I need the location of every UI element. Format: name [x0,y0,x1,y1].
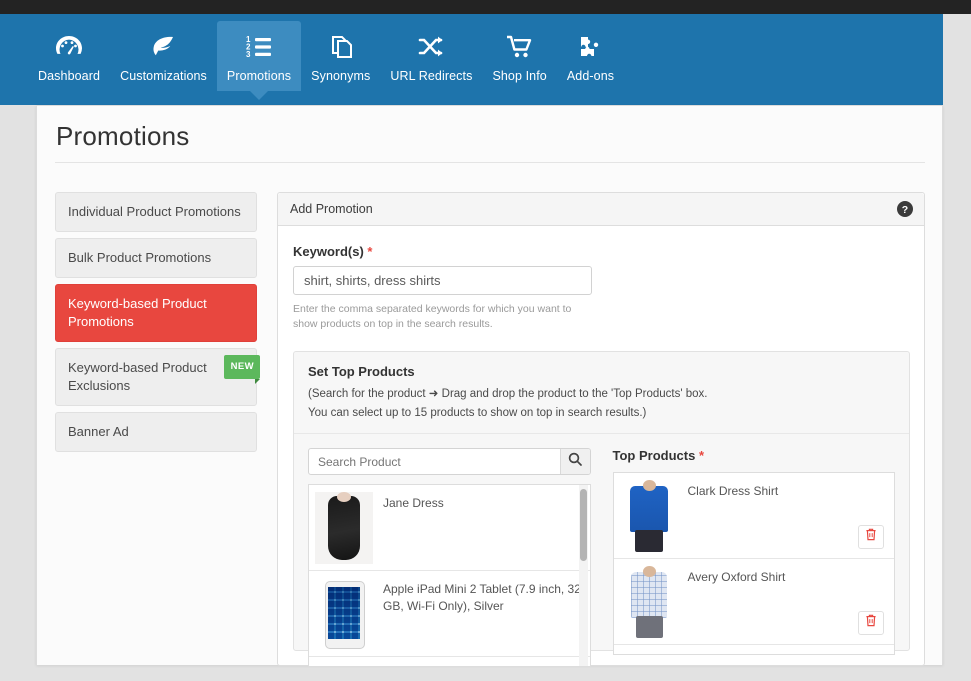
table-row[interactable]: Avery Oxford Shirt [613,559,894,645]
sidebar-item-label: Keyword-based Product Exclusions [68,360,207,393]
browser-top-strip [0,0,971,14]
nav-item-label: Customizations [120,69,207,83]
promotions-submenu: Individual Product Promotions Bulk Produ… [55,192,261,458]
nav-item-label: Add-ons [566,69,615,83]
ordered-list-icon: 1 2 3 [227,32,291,62]
panel-title: Add Promotion [290,202,373,216]
shuffle-icon [390,32,472,62]
svg-text:3: 3 [246,50,251,59]
nav-item-label: Promotions [226,69,292,83]
list-item[interactable]: Apple iPad Mini 2 Tablet (7.9 inch, 32 G… [309,571,590,657]
set-top-products-title: Set Top Products [308,364,415,379]
dashboard-icon [38,32,100,62]
panel-header: Add Promotion ? [278,193,924,226]
keyword-field-label: Keyword(s) * [293,244,909,259]
keyword-input[interactable] [293,266,592,295]
nav-item-label: Shop Info [492,69,547,83]
main-navbar: Dashboard Customizations 1 2 3 Promotion… [0,14,943,105]
nav-item-add-ons[interactable]: Add-ons [557,21,624,91]
leaf-icon [120,32,207,62]
required-marker: * [367,244,373,259]
search-icon [568,452,582,471]
nav-item-customizations[interactable]: Customizations [110,21,217,91]
sidebar-item-individual-product-promotions[interactable]: Individual Product Promotions [55,192,257,232]
oxford-shirt-thumbnail [619,566,678,638]
set-top-products-columns: Jane Dress Apple iPad Mini 2 Tablet (7.9… [294,434,909,681]
nav-item-dashboard[interactable]: Dashboard [28,21,110,91]
puzzle-piece-icon [567,32,614,62]
keyword-help-text: Enter the comma separated keywords for w… [293,303,572,330]
results-scrollbar-thumb[interactable] [579,489,587,561]
trash-icon [865,614,877,632]
panel-body: Keyword(s) * Enter the comma separated k… [278,226,924,332]
sidebar-item-label: Bulk Product Promotions [68,250,212,265]
nav-item-label: URL Redirects [390,69,473,83]
set-top-products-instruction-2: You can select up to 15 products to show… [308,407,647,419]
model-head [642,566,656,577]
nav-item-synonyms[interactable]: Synonyms [301,21,380,91]
set-top-products-instruction-1: (Search for the product ➜ Drag and drop … [308,388,708,400]
nav-item-url-redirects[interactable]: URL Redirects [380,21,482,91]
svg-text:?: ? [902,204,908,216]
product-name: Apple iPad Mini 2 Tablet (7.9 inch, 32 G… [383,582,581,613]
product-search-column: Jane Dress Apple iPad Mini 2 Tablet (7.9… [308,448,591,667]
delete-product-button[interactable] [858,525,884,549]
sidebar-item-label: Keyword-based Product Promotions [68,296,207,329]
sidebar-item-keyword-based-product-exclusions[interactable]: Keyword-based Product Exclusions NEW [55,348,261,406]
new-badge: NEW [223,355,261,384]
top-products-label-text: Top Products [612,448,696,463]
dress-thumbnail [315,492,373,564]
product-search-bar [308,448,591,475]
product-search-results-list[interactable]: Jane Dress Apple iPad Mini 2 Tablet (7.9… [308,484,591,667]
sidebar-item-banner-ad[interactable]: Banner Ad [55,412,257,452]
search-button[interactable] [559,449,590,474]
shopping-cart-icon [492,32,546,62]
blue-shirt-thumbnail [619,480,678,552]
sidebar-item-label: Banner Ad [68,424,129,439]
model-head [642,480,656,491]
nav-item-label: Dashboard [38,69,101,83]
list-item[interactable]: Jane Dress [309,485,590,571]
product-name: Clark Dress Shirt [687,484,779,498]
sidebar-item-label: Individual Product Promotions [68,204,241,219]
table-row[interactable]: Clark Dress Shirt [613,473,894,559]
set-top-products-section: Set Top Products (Search for the product… [293,351,910,667]
delete-product-button[interactable] [858,611,884,635]
search-product-input[interactable] [309,449,560,474]
title-divider [55,162,925,163]
navbar-items: Dashboard Customizations 1 2 3 Promotion… [28,21,624,100]
copy-pages-icon [311,32,370,62]
nav-item-promotions[interactable]: 1 2 3 Promotions [216,21,302,100]
main-content-card: Promotions Individual Product Promotions… [36,105,943,667]
page-title: Promotions [56,121,190,151]
sidebar-item-bulk-product-promotions[interactable]: Bulk Product Promotions [55,238,257,278]
nav-item-label: Synonyms [311,69,371,83]
sidebar-item-keyword-based-product-promotions[interactable]: Keyword-based Product Promotions [55,284,257,342]
top-products-column: Top Products * Clark Dress Shirt Avery O… [612,448,896,667]
trash-icon [865,528,877,546]
product-name: Avery Oxford Shirt [687,570,786,584]
top-products-label: Top Products * [613,448,896,464]
ipad-thumbnail [315,578,373,650]
top-products-list[interactable]: Clark Dress Shirt Avery Oxford Shirt [612,472,895,655]
keyword-label-text: Keyword(s) [293,244,364,259]
set-top-products-header: Set Top Products (Search for the product… [294,352,909,434]
product-name: Jane Dress [383,496,444,510]
question-circle-icon[interactable]: ? [897,201,913,217]
nav-item-shop-info[interactable]: Shop Info [482,21,556,91]
add-promotion-panel: Add Promotion ? Keyword(s) * Enter the c… [277,192,925,667]
required-marker: * [698,448,704,463]
